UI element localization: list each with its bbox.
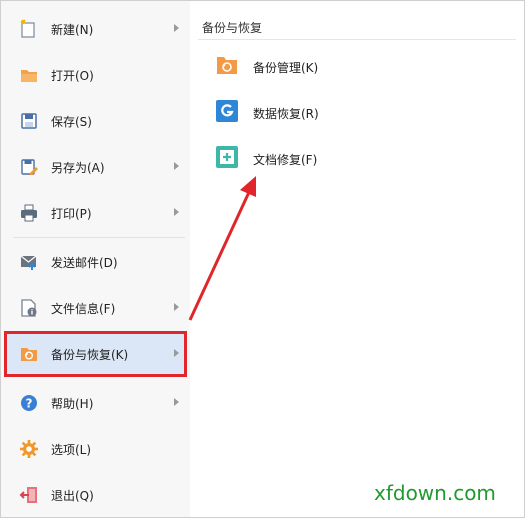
annotation-arrow — [188, 176, 256, 321]
watermark: xfdown.com — [374, 481, 496, 505]
